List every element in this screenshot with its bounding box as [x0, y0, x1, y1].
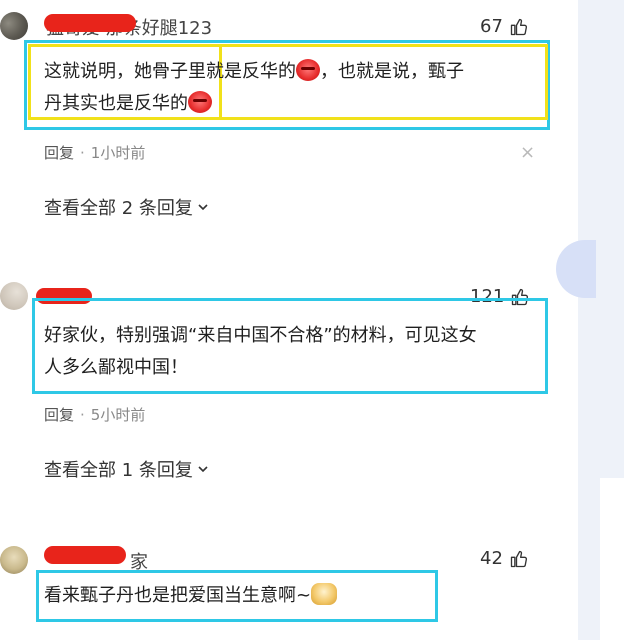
angry-emoji — [296, 59, 320, 81]
comment-text-line: 丹其实也是反华的 — [44, 93, 188, 114]
reply-button[interactable]: 回复 — [44, 144, 74, 162]
reply-button[interactable]: 回复 — [44, 406, 74, 424]
thumbs-up-icon — [510, 18, 527, 35]
redaction-mark — [44, 546, 126, 564]
right-panel-inner — [600, 478, 624, 640]
like-button[interactable]: 67 — [480, 16, 529, 37]
like-button[interactable]: 42 — [480, 548, 529, 569]
comment-text: 这就说明，她骨子里就是反华的 ，也就是说，甄子 丹其实也是反华的 — [44, 56, 544, 120]
separator-dot: · — [80, 406, 85, 424]
comment-meta: 回复 · 5小时前 — [44, 404, 145, 425]
chevron-down-icon — [198, 204, 208, 211]
avatar[interactable] — [0, 12, 28, 40]
comment-text-line: 看来甄子丹也是把爱国当生意啊~ — [44, 585, 312, 606]
comment-text: 看来甄子丹也是把爱国当生意啊~ — [44, 580, 434, 612]
avatar[interactable] — [0, 546, 28, 574]
angry-emoji — [188, 91, 212, 113]
comment-text-line: ，也就是说，甄子 — [320, 61, 464, 82]
chevron-down-icon — [198, 466, 208, 473]
view-all-replies-label: 查看全部 2 条回复 — [44, 198, 193, 219]
view-all-replies-label: 查看全部 1 条回复 — [44, 460, 193, 481]
comment-meta: 回复 · 1小时前 — [44, 142, 145, 163]
like-count: 42 — [480, 548, 503, 569]
comment-item: 家 42 看来甄子丹也是把爱国当生意啊~ — [0, 540, 578, 640]
comment-time: 5小时前 — [90, 406, 146, 424]
redaction-mark — [44, 14, 136, 32]
comment-text-line: 人多么鄙视中国！ — [44, 357, 188, 378]
view-all-replies-button[interactable]: 查看全部 1 条回复 — [44, 456, 209, 482]
thumbs-up-icon — [510, 550, 527, 567]
view-all-replies-button[interactable]: 查看全部 2 条回复 — [44, 194, 209, 220]
comment-time: 1小时前 — [90, 144, 146, 162]
close-icon[interactable]: × — [520, 142, 535, 163]
comment-text: 好家伙，特别强调“来自中国不合格”的材料，可见这女 人多么鄙视中国！ — [44, 320, 544, 384]
avatar[interactable] — [0, 282, 28, 310]
doge-emoji — [311, 583, 338, 605]
like-count: 67 — [480, 16, 503, 37]
separator-dot: · — [80, 144, 85, 162]
comment-text-line: 这就说明，她骨子里就是反华的 — [44, 61, 296, 82]
comment-text-line: 好家伙，特别强调“来自中国不合格”的材料，可见这女 — [44, 325, 477, 346]
comment-item: 121 好家伙，特别强调“来自中国不合格”的材料，可见这女 人多么鄙视中国！ 回… — [0, 274, 578, 494]
comment-item: 猛哥爱 那条好腿123 67 这就说明，她骨子里就是反华的，也就是说，甄子 丹其… — [0, 0, 578, 230]
right-side-panel — [578, 0, 624, 640]
